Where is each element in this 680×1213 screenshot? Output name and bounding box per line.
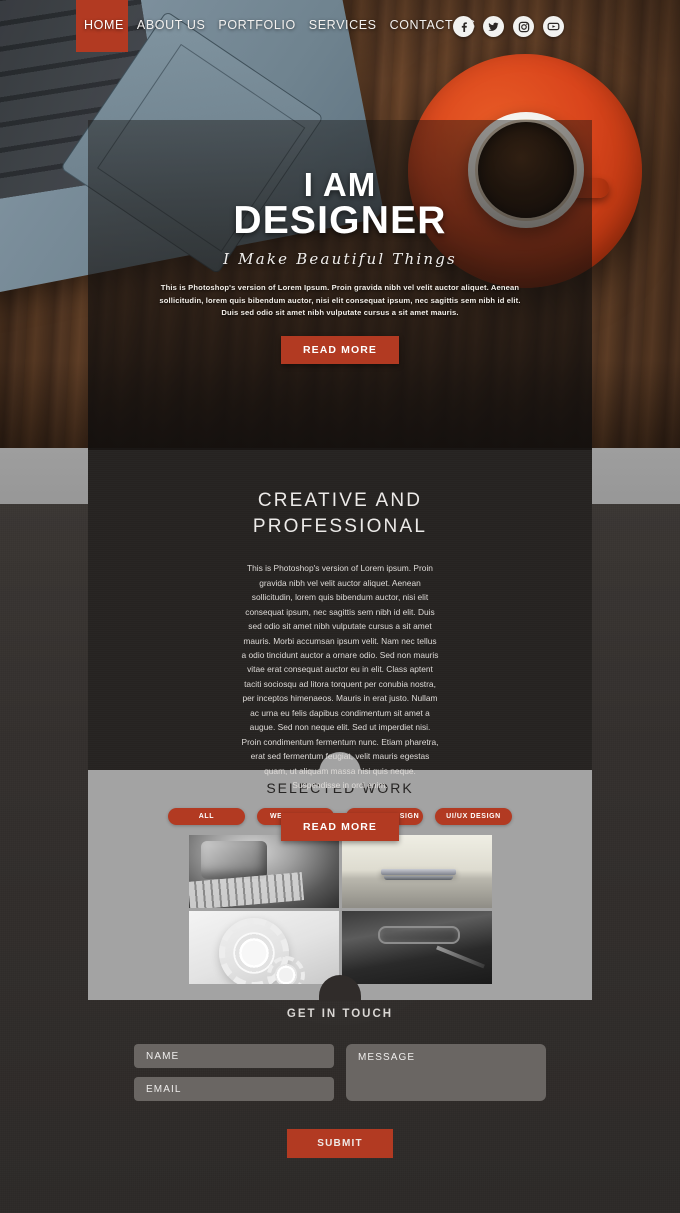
portfolio-grid: [188, 835, 492, 984]
thumb-gears[interactable]: [188, 911, 339, 984]
about-title-line2: PROFESSIONAL: [252, 515, 428, 537]
nav-item-portfolio[interactable]: PORTFOLIO: [218, 18, 295, 32]
youtube-icon[interactable]: [543, 16, 564, 37]
contact-section: GET IN TOUCH SUBMIT: [0, 1008, 680, 1158]
page-root: HOME ABOUT US PORTFOLIO SERVICES CONTACT…: [0, 0, 680, 1213]
nav-item-about-us[interactable]: ABOUT US: [137, 18, 205, 32]
twitter-icon[interactable]: [483, 16, 504, 37]
nav-link-list: HOME ABOUT US PORTFOLIO SERVICES CONTACT…: [84, 18, 476, 32]
filter-all[interactable]: ALL: [168, 808, 245, 825]
filter-uiux-design[interactable]: UI/UX DESIGN: [435, 808, 512, 825]
submit-button[interactable]: SUBMIT: [287, 1129, 393, 1158]
instagram-icon[interactable]: [513, 16, 534, 37]
top-navigation: HOME ABOUT US PORTFOLIO SERVICES CONTACT…: [0, 0, 680, 54]
hero-title-line1: I AM: [303, 166, 377, 203]
selected-work-section: SELECTED WORK ALL WEB DESIGN GRAPHIC DES…: [88, 752, 592, 1001]
facebook-icon[interactable]: [453, 16, 474, 37]
contact-form: [0, 1044, 680, 1101]
about-paragraph: This is Photoshop's version of Lorem ips…: [241, 563, 439, 791]
about-read-more-button[interactable]: READ MORE: [280, 812, 400, 841]
email-input[interactable]: [134, 1077, 334, 1101]
hero-section: I AM DESIGNER I Make Beautiful Things Th…: [88, 120, 592, 450]
nav-item-home[interactable]: HOME: [84, 18, 124, 32]
submit-row: SUBMIT: [0, 1129, 680, 1158]
hero-tagline: I Make Beautiful Things: [223, 250, 457, 268]
get-in-touch-title: GET IN TOUCH: [286, 1008, 394, 1020]
hero-content: I AM DESIGNER I Make Beautiful Things Th…: [88, 120, 592, 364]
hero-title: I AM DESIGNER: [88, 168, 592, 240]
message-textarea[interactable]: [346, 1044, 546, 1101]
about-title-line1: CREATIVE AND: [257, 490, 423, 511]
social-links: [453, 16, 564, 37]
hero-paragraph: This is Photoshop's version of Lorem Ips…: [159, 283, 521, 318]
name-input[interactable]: [134, 1044, 334, 1068]
about-title: CREATIVE AND PROFESSIONAL: [88, 488, 592, 539]
contact-form-left: [134, 1044, 334, 1101]
hero-read-more-button[interactable]: READ MORE: [280, 335, 400, 364]
thumb-closed-laptop[interactable]: [341, 835, 492, 908]
thumb-keyboard-coffee-mug[interactable]: [188, 835, 339, 908]
hero-title-line2: DESIGNER: [233, 199, 447, 242]
thumb-glasses-notebook-pen[interactable]: [341, 911, 492, 984]
content-column: I AM DESIGNER I Make Beautiful Things Th…: [88, 120, 592, 875]
nav-item-services[interactable]: SERVICES: [309, 18, 377, 32]
